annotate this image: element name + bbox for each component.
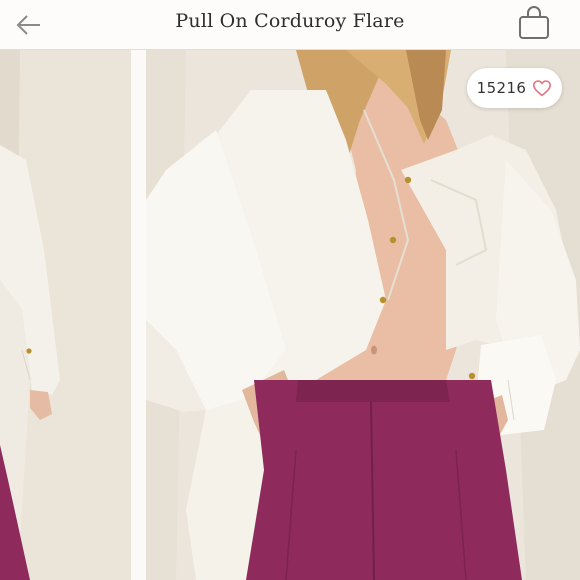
arrow-left-icon xyxy=(16,15,40,35)
gallery-gap xyxy=(131,50,146,580)
shopping-bag-icon xyxy=(519,6,549,39)
cart-button[interactable] xyxy=(514,3,554,43)
image-gallery[interactable] xyxy=(0,50,580,580)
back-button[interactable] xyxy=(14,10,44,40)
product-image-previous[interactable] xyxy=(0,50,131,580)
like-button[interactable]: 15216 xyxy=(467,68,562,108)
heart-outline-icon xyxy=(533,80,552,97)
like-count: 15216 xyxy=(476,79,527,97)
top-bar: Pull On Corduroy Flare xyxy=(0,0,580,50)
page-title: Pull On Corduroy Flare xyxy=(175,10,405,32)
product-image-main[interactable] xyxy=(146,50,580,580)
